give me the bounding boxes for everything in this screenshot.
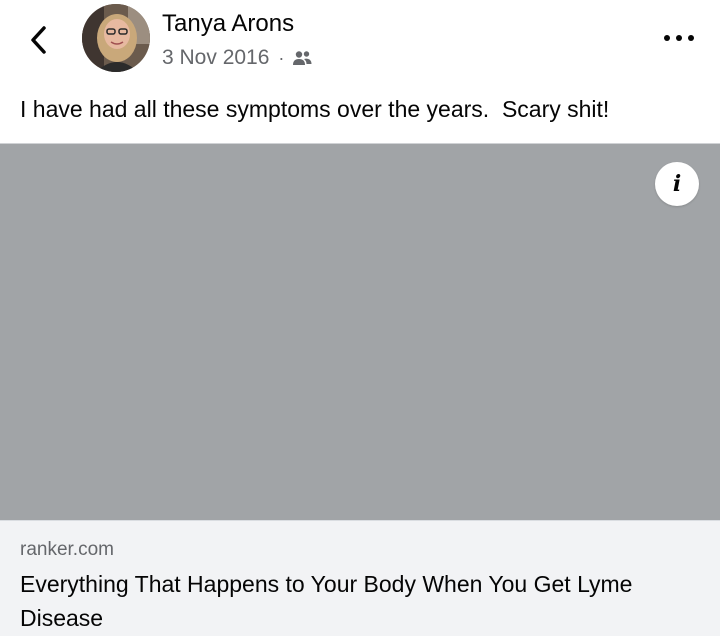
post-meta: 3 Nov 2016 · xyxy=(162,46,312,70)
avatar-image xyxy=(82,4,150,72)
more-options-button[interactable] xyxy=(664,26,694,50)
info-button[interactable]: i xyxy=(655,162,699,206)
link-domain: ranker.com xyxy=(20,539,114,560)
link-title[interactable]: Everything That Happens to Your Body Whe… xyxy=(20,567,700,635)
post-text: I have had all these symptoms over the y… xyxy=(20,96,610,122)
back-button[interactable] xyxy=(22,20,56,60)
avatar[interactable] xyxy=(82,4,150,72)
friends-icon xyxy=(293,51,312,65)
more-options-icon-dot xyxy=(664,35,670,41)
more-options-icon-dot xyxy=(676,35,682,41)
info-icon: i xyxy=(672,171,682,197)
post-date[interactable]: 3 Nov 2016 xyxy=(162,46,269,70)
link-preview-image[interactable]: i xyxy=(0,144,720,520)
back-chevron-icon xyxy=(31,26,46,54)
link-preview-card[interactable]: i ranker.com Everything That Happens to … xyxy=(0,143,720,636)
author-name[interactable]: Tanya Arons xyxy=(162,10,294,38)
more-options-icon-dot xyxy=(688,35,694,41)
post-header: Tanya Arons 3 Nov 2016 · xyxy=(0,0,720,90)
link-preview-footer[interactable]: ranker.com Everything That Happens to Yo… xyxy=(0,520,720,636)
meta-separator: · xyxy=(278,47,285,68)
